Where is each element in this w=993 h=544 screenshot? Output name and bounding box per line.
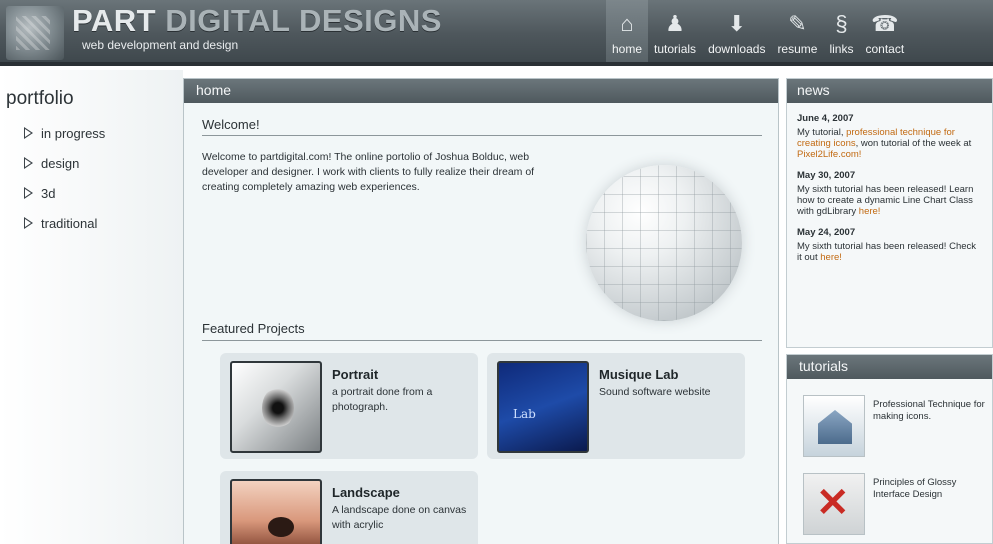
- site-tagline: web development and design: [82, 38, 239, 52]
- portfolio-sidebar: portfolio in progress design 3d traditio…: [0, 70, 183, 544]
- sidebar-item-design[interactable]: design: [24, 148, 105, 178]
- news-text-part: My sixth tutorial has been released! Lea…: [797, 184, 974, 217]
- sidebar-title: portfolio: [6, 88, 74, 109]
- links-icon: §: [835, 11, 848, 36]
- news-link[interactable]: Pixel2Life.com!: [797, 149, 861, 160]
- featured-heading: Featured Projects: [202, 321, 305, 336]
- triangle-right-icon: [24, 127, 33, 139]
- globe-image: [586, 165, 742, 321]
- tutorial-title[interactable]: Professional Technique for making icons.: [873, 399, 988, 423]
- news-panel: news June 4, 2007 My tutorial, professio…: [786, 78, 993, 348]
- nav-home-label: home: [612, 42, 643, 56]
- nav-downloads-label: downloads: [708, 42, 766, 56]
- resume-icon: ✎: [788, 11, 807, 36]
- portfolio-list: in progress design 3d traditional: [24, 118, 105, 238]
- site-title-part: PART: [72, 3, 166, 38]
- sidebar-item-in-progress[interactable]: in progress: [24, 118, 105, 148]
- news-date: May 24, 2007: [797, 227, 856, 238]
- site-title-digital: DIGITAL DESIGNS: [165, 3, 442, 38]
- sidebar-item-3d[interactable]: 3d: [24, 178, 105, 208]
- project-description: Sound software website: [599, 386, 711, 398]
- site-header: PART DIGITAL DESIGNS web development and…: [0, 0, 993, 66]
- site-logo[interactable]: [6, 6, 64, 60]
- tutorial-item[interactable]: Professional Technique for making icons.: [803, 395, 988, 465]
- tutorial-title[interactable]: Principles of Glossy Interface Design: [873, 477, 988, 501]
- news-link[interactable]: here!: [820, 252, 842, 263]
- project-title[interactable]: Portrait: [332, 367, 378, 382]
- panel-header: tutorials: [787, 355, 992, 379]
- welcome-heading: Welcome!: [202, 117, 260, 132]
- news-text: My sixth tutorial has been released! Che…: [797, 241, 982, 263]
- sidebar-item-label: in progress: [41, 125, 106, 141]
- intro-text: Welcome to partdigital.com! The online p…: [202, 151, 535, 193]
- nav-links[interactable]: § links: [823, 0, 859, 62]
- tutorials-panel: tutorials Professional Technique for mak…: [786, 354, 993, 544]
- divider: [202, 340, 762, 341]
- red-x-icon[interactable]: [803, 473, 865, 535]
- project-card-portrait[interactable]: Portrait a portrait done from a photogra…: [220, 353, 478, 459]
- news-text: My tutorial, professional technique for …: [797, 127, 982, 160]
- project-title[interactable]: Musique Lab: [599, 367, 678, 382]
- news-link[interactable]: here!: [859, 206, 881, 217]
- news-date: June 4, 2007: [797, 113, 854, 124]
- nav-contact-label: contact: [865, 42, 905, 56]
- panel-header: home: [184, 79, 778, 103]
- news-entry: May 24, 2007 My sixth tutorial has been …: [787, 217, 992, 263]
- portrait-thumbnail[interactable]: [230, 361, 322, 453]
- nav-resume-label: resume: [777, 42, 818, 56]
- project-description: a portrait done from a photograph.: [332, 386, 433, 413]
- panel-header: news: [787, 79, 992, 103]
- nav-resume[interactable]: ✎ resume: [771, 0, 823, 62]
- nav-links-label: links: [829, 42, 854, 56]
- project-card-musique-lab[interactable]: Musique Lab Sound software website: [487, 353, 745, 459]
- project-card-landscape[interactable]: Landscape A landscape done on canvas wit…: [220, 471, 478, 544]
- home-icon: ⌂: [620, 11, 634, 36]
- triangle-right-icon: [24, 187, 33, 199]
- sidebar-item-traditional[interactable]: traditional: [24, 208, 105, 238]
- sidebar-item-label: design: [41, 155, 80, 171]
- news-text-part: , won tutorial of the week at: [855, 138, 972, 149]
- landscape-thumbnail[interactable]: [230, 479, 322, 544]
- tutorials-icon: ♟: [665, 11, 685, 36]
- nav-home[interactable]: ⌂ home: [606, 0, 649, 62]
- sidebar-item-label: traditional: [41, 215, 98, 231]
- nav-downloads[interactable]: ⬇ downloads: [702, 0, 771, 62]
- tutorial-item[interactable]: Principles of Glossy Interface Design: [803, 473, 988, 543]
- news-text: My sixth tutorial has been released! Lea…: [797, 184, 982, 217]
- project-title[interactable]: Landscape: [332, 485, 400, 500]
- home-content: Welcome! Welcome to partdigital.com! The…: [184, 103, 778, 544]
- triangle-right-icon: [24, 217, 33, 229]
- news-date: May 30, 2007: [797, 170, 856, 181]
- download-icon: ⬇: [727, 11, 746, 36]
- nav-tutorials[interactable]: ♟ tutorials: [648, 0, 702, 62]
- news-entry: May 30, 2007 My sixth tutorial has been …: [787, 160, 992, 217]
- musique-lab-thumbnail[interactable]: [497, 361, 589, 453]
- divider: [202, 135, 762, 136]
- triangle-right-icon: [24, 157, 33, 169]
- site-title[interactable]: PART DIGITAL DESIGNS: [72, 3, 442, 39]
- house-icon[interactable]: [803, 395, 865, 457]
- contact-icon: ☎: [871, 11, 899, 36]
- project-description: A landscape done on canvas with acrylic: [332, 504, 467, 531]
- main-nav: ⌂ home ♟ tutorials ⬇ downloads ✎ resume …: [606, 0, 910, 62]
- sidebar-item-label: 3d: [41, 185, 56, 201]
- home-panel: home Welcome! Welcome to partdigital.com…: [183, 78, 779, 544]
- news-entry: June 4, 2007 My tutorial, professional t…: [787, 103, 992, 160]
- nav-contact[interactable]: ☎ contact: [859, 0, 910, 62]
- nav-tutorials-label: tutorials: [654, 42, 697, 56]
- news-text-part: My tutorial,: [797, 127, 847, 138]
